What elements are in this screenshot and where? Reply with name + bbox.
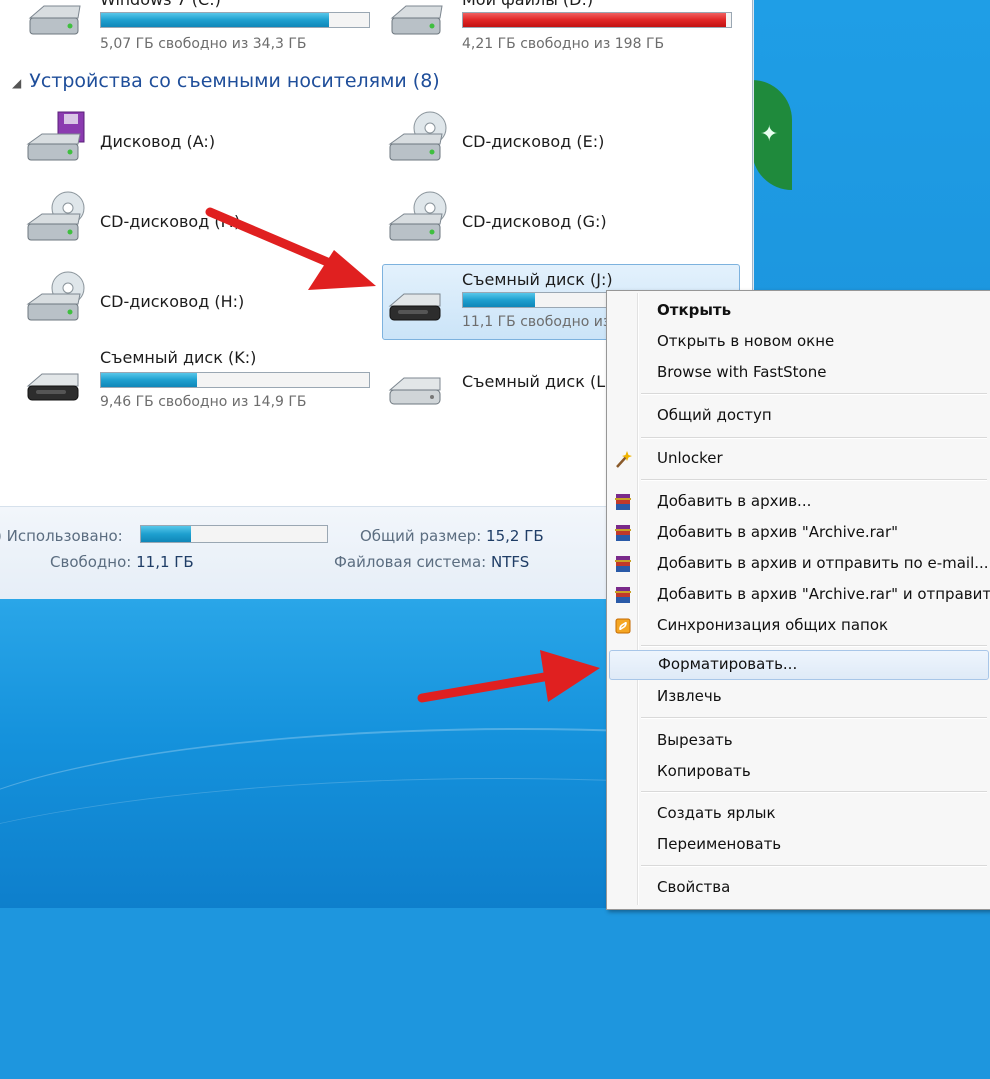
menu-item-add-archive-rar-send[interactable]: Добавить в архив "Archive.rar" и отправи… xyxy=(607,581,990,609)
menu-item-sync-shared-folders[interactable]: Синхронизация общих папок xyxy=(607,612,990,640)
menu-item-cut[interactable]: Вырезать xyxy=(607,727,990,755)
cd-drive-icon xyxy=(388,191,447,241)
cd-drive-icon xyxy=(26,191,85,241)
red-arrow-icon xyxy=(205,207,376,290)
menu-item-open[interactable]: Открыть xyxy=(607,297,990,325)
filesystem-row: Файловая система: NTFS xyxy=(334,553,530,571)
menu-item-add-archive[interactable]: Добавить в архив... xyxy=(607,488,990,516)
drive-capacity-bar xyxy=(100,372,370,388)
drive-name: CD-дисковод (G:) xyxy=(462,212,607,231)
used-label: ) Использовано: xyxy=(0,527,123,545)
cd-drive-icon xyxy=(26,271,85,321)
removable-drive-icon xyxy=(388,377,441,405)
winrar-icon xyxy=(615,587,631,603)
drive-free-space: 9,46 ГБ свободно из 14,9 ГБ xyxy=(100,394,307,410)
menu-item-sharing[interactable]: Общий доступ xyxy=(607,402,990,430)
winrar-icon xyxy=(615,494,631,510)
collapse-arrow-icon[interactable]: ◢ xyxy=(12,76,21,90)
winrar-icon xyxy=(615,556,631,572)
menu-item-properties[interactable]: Свойства xyxy=(607,874,990,902)
menu-item-copy[interactable]: Копировать xyxy=(607,758,990,786)
sync-icon xyxy=(615,618,631,634)
removable-drive-icon xyxy=(388,293,441,321)
hard-drive-icon xyxy=(390,5,443,35)
menu-item-add-archive-email[interactable]: Добавить в архив и отправить по e-mail..… xyxy=(607,550,990,578)
menu-item-browse-faststone[interactable]: Browse with FastStone xyxy=(607,359,990,387)
drive-free-space: 4,21 ГБ свободно из 198 ГБ xyxy=(462,36,665,52)
drive-capacity-bar xyxy=(100,12,370,28)
wallpaper-bird-icon: ✦ xyxy=(760,122,779,147)
cd-drive-icon xyxy=(388,111,447,161)
drive-name: Съемный диск (J:) xyxy=(462,270,613,289)
drive-name: Мои файлы (D:) xyxy=(462,0,593,9)
context-menu: Открыть Открыть в новом окне Browse with… xyxy=(606,290,990,910)
used-space-bar xyxy=(140,525,328,543)
menu-item-create-shortcut[interactable]: Создать ярлык xyxy=(607,800,990,828)
menu-item-add-archive-rar[interactable]: Добавить в архив "Archive.rar" xyxy=(607,519,990,547)
menu-item-unlocker[interactable]: Unlocker xyxy=(607,445,990,473)
menu-item-rename[interactable]: Переименовать xyxy=(607,831,990,859)
winrar-icon xyxy=(615,525,631,541)
hard-drive-icon xyxy=(28,5,81,35)
free-space-value: 11,1 ГБ xyxy=(136,553,194,571)
floppy-drive-icon xyxy=(26,111,85,161)
drive-name: CD-дисковод (E:) xyxy=(462,132,605,151)
drive-capacity-bar xyxy=(462,12,732,28)
magic-wand-icon xyxy=(616,451,632,468)
menu-item-open-new-window[interactable]: Открыть в новом окне xyxy=(607,328,990,356)
section-header-removable[interactable]: ◢ Устройства со съемными носителями (8) xyxy=(12,70,440,92)
menu-item-format[interactable]: Форматировать... xyxy=(609,650,989,680)
total-size-value: 15,2 ГБ xyxy=(486,527,544,545)
menu-item-eject[interactable]: Извлечь xyxy=(607,683,990,711)
free-space-row: Свободно: 11,1 ГБ xyxy=(50,553,194,571)
drive-free-space: 5,07 ГБ свободно из 34,3 ГБ xyxy=(100,36,307,52)
drive-name: Съемный диск (K:) xyxy=(100,348,257,367)
drive-name: Windows 7 (C:) xyxy=(100,0,221,9)
removable-drive-icon xyxy=(26,373,79,401)
total-size-row: Общий размер: 15,2 ГБ xyxy=(360,527,544,545)
filesystem-value: NTFS xyxy=(491,553,530,571)
drive-name: Съемный диск (L:) xyxy=(462,372,617,391)
red-arrow-icon xyxy=(417,650,600,703)
drive-name: Дисковод (A:) xyxy=(100,132,216,151)
